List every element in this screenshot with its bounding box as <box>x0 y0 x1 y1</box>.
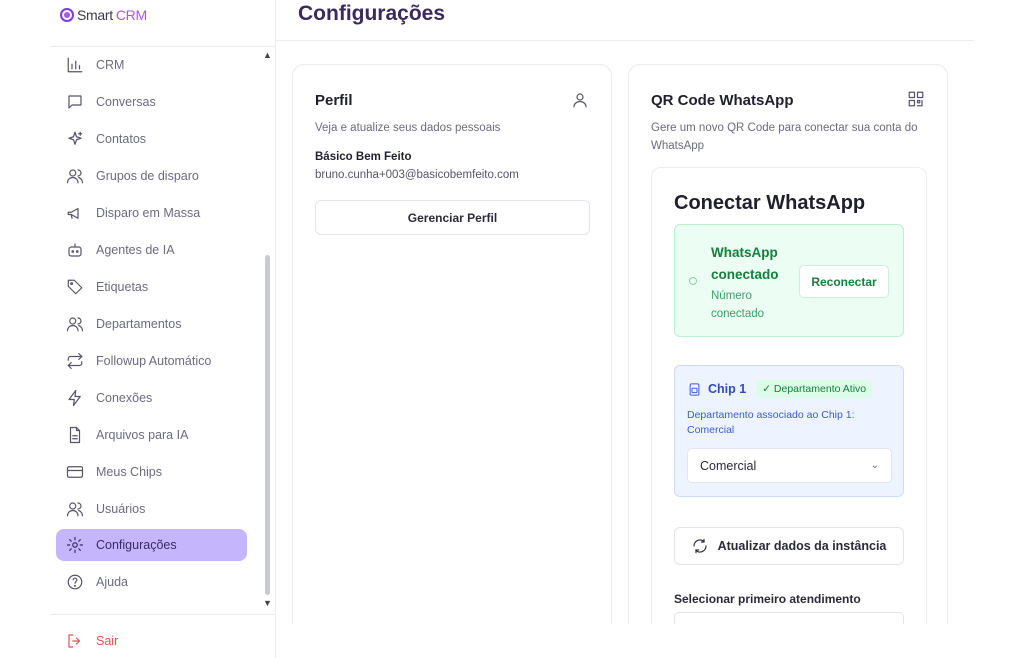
update-instance-label: Atualizar dados da instância <box>717 539 887 553</box>
sidebar-item-label: CRM <box>96 58 125 72</box>
logo[interactable]: Smart CRM <box>60 6 147 24</box>
refresh-icon <box>693 538 707 554</box>
repeat-icon <box>67 352 83 370</box>
profile-card: Perfil Veja e atualize seus dados pessoa… <box>292 64 612 658</box>
department-active-badge: ✓ Departamento Ativo <box>756 380 873 398</box>
status-subtitle: Número conectado <box>711 290 765 320</box>
sidebar-item-followup-automatico[interactable]: Followup Automático <box>56 345 247 377</box>
qr-card-subtitle: Gere um novo QR Code para conectar sua c… <box>651 122 918 152</box>
bar-chart-icon <box>67 57 83 73</box>
sidebar-item-label: Disparo em Massa <box>96 206 201 220</box>
bot-icon <box>68 243 82 257</box>
sidebar-item-label: Grupos de disparo <box>96 169 199 183</box>
sidebar-item-conversas[interactable]: Conversas <box>56 86 247 118</box>
tag-icon <box>67 279 83 295</box>
chip-department-description: Departamento associado ao Chip 1: Comerc… <box>687 409 855 436</box>
sidebar-item-conexoes[interactable]: Conexões <box>56 382 247 414</box>
scroll-up-arrow-icon[interactable]: ▲ <box>263 50 272 60</box>
chevron-down-icon: ⌄ <box>870 460 879 471</box>
sidebar-item-ajuda[interactable]: Ajuda <box>56 566 247 598</box>
gear-icon <box>66 536 84 554</box>
sidebar-item-disparo-em-massa[interactable]: Disparo em Massa <box>56 197 247 229</box>
sidebar-item-label: Etiquetas <box>96 280 149 294</box>
header-divider <box>276 40 974 41</box>
chip-name: Chip 1 <box>708 382 747 396</box>
chat-icon <box>68 95 82 109</box>
sidebar-item-label: Configurações <box>96 538 177 552</box>
connect-whatsapp-panel: Conectar WhatsApp WhatsApp conectado Núm… <box>651 167 927 658</box>
user-icon <box>573 93 587 108</box>
sidebar-item-label: Usuários <box>96 502 146 516</box>
sidebar-item-configuracoes[interactable]: Configurações <box>56 529 247 561</box>
sidebar-item-meus-chips[interactable]: Meus Chips <box>56 456 247 488</box>
sidebar-item-label: Departamentos <box>96 317 182 331</box>
viewport-bottom-edge <box>276 624 1024 658</box>
sidebar-item-label: Ajuda <box>96 575 128 589</box>
logout-button[interactable]: Sair <box>66 632 118 650</box>
users-icon <box>66 502 84 517</box>
users-icon <box>66 169 84 184</box>
app-window: Smart CRM CRM Conversas Contatos Grupos d… <box>0 0 1024 658</box>
sidebar-item-usuarios[interactable]: Usuários <box>56 493 247 525</box>
card-icon <box>66 466 84 478</box>
logout-icon <box>68 634 81 648</box>
sidebar-item-label: Followup Automático <box>96 354 212 368</box>
sidebar-item-etiquetas[interactable]: Etiquetas <box>56 271 247 303</box>
first-attendance-label: Selecionar primeiro atendimento <box>674 592 861 606</box>
sparkle-icon <box>68 131 83 145</box>
logo-text-smart: Smart <box>77 7 113 23</box>
sidebar-item-departamentos[interactable]: Departamentos <box>56 308 247 340</box>
manage-profile-button[interactable]: Gerenciar Perfil <box>315 200 590 235</box>
logo-text-crm: CRM <box>115 7 147 23</box>
connect-whatsapp-title: Conectar WhatsApp <box>674 192 866 214</box>
sidebar-divider-bottom <box>50 614 275 615</box>
megaphone-icon <box>67 207 79 219</box>
qr-card-title: QR Code WhatsApp <box>651 92 794 109</box>
profile-card-subtitle: Veja e atualize seus dados pessoais <box>315 122 501 134</box>
chip-header: Chip 1 ✓ Departamento Ativo <box>687 380 873 398</box>
status-title: WhatsApp conectado <box>711 245 779 282</box>
sidebar-divider <box>50 46 275 47</box>
scroll-down-arrow-icon[interactable]: ▼ <box>263 598 272 608</box>
update-instance-button[interactable]: Atualizar dados da instância <box>674 527 904 565</box>
department-select[interactable]: Comercial ⌄ <box>687 448 892 483</box>
sidebar-item-agentes-de-ia[interactable]: Agentes de IA <box>56 234 247 266</box>
profile-email: bruno.cunha+003@basicobemfeito.com <box>315 169 519 181</box>
chip-panel: Chip 1 ✓ Departamento Ativo Departamento… <box>674 365 904 497</box>
sidebar-item-label: Arquivos para IA <box>96 428 189 442</box>
file-icon <box>69 426 81 444</box>
reconnect-button[interactable]: Reconectar <box>799 265 889 298</box>
department-select-value: Comercial <box>700 458 757 473</box>
sidebar-item-label: Conversas <box>96 95 156 109</box>
qr-code-card: QR Code WhatsApp Gere um novo QR Code pa… <box>628 64 948 658</box>
logout-label: Sair <box>96 634 119 648</box>
logo-mark-icon <box>60 8 74 22</box>
chip-icon <box>689 382 700 396</box>
status-dot-icon <box>689 277 697 285</box>
sidebar-item-label: Conexões <box>96 391 153 405</box>
sidebar-scrollbar-thumb[interactable] <box>265 255 270 595</box>
page-title: Configurações <box>298 2 446 25</box>
sidebar-item-label: Agentes de IA <box>96 243 175 257</box>
sidebar-item-crm[interactable]: CRM <box>56 49 247 81</box>
connection-status-box: WhatsApp conectado Número conectado Reco… <box>674 224 904 337</box>
bolt-icon <box>68 389 81 407</box>
sidebar-item-contatos[interactable]: Contatos <box>56 123 247 155</box>
profile-name: Básico Bem Feito <box>315 151 412 163</box>
sidebar-item-grupos-de-disparo[interactable]: Grupos de disparo <box>56 160 247 192</box>
qr-code-icon <box>908 91 924 107</box>
sidebar: Smart CRM CRM Conversas Contatos Grupos d… <box>50 0 276 658</box>
sidebar-item-label: Contatos <box>96 132 147 146</box>
profile-card-title: Perfil <box>315 92 353 109</box>
help-icon <box>67 574 83 590</box>
sidebar-item-label: Meus Chips <box>96 465 162 479</box>
users-icon <box>66 317 84 332</box>
sidebar-item-arquivos-para-ia[interactable]: Arquivos para IA <box>56 419 247 451</box>
